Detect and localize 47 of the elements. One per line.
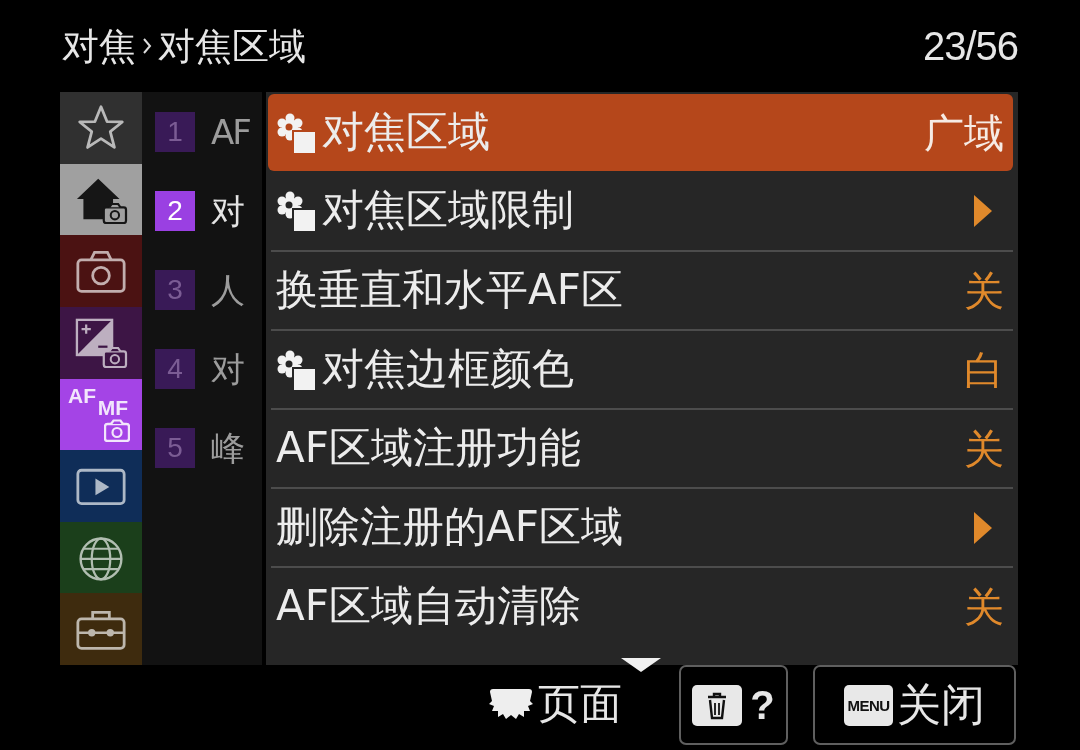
page-counter: 23/56	[922, 26, 1018, 66]
dial-icon	[488, 689, 534, 720]
menu-item-label: 换垂直和水平AF区	[276, 267, 623, 314]
page-hint-label: 页面	[538, 681, 622, 728]
help-button[interactable]: ?	[679, 665, 788, 745]
page-tab-label: 对	[211, 193, 243, 228]
arrow-right-icon	[974, 511, 992, 544]
menu-tab[interactable]	[60, 163, 142, 236]
menu-item-value: 关	[964, 268, 1004, 313]
menu-item[interactable]: 对焦边框颜色 白	[271, 329, 1013, 408]
menu-tab[interactable]	[60, 450, 142, 522]
menu-item-value: 广域	[924, 110, 1004, 155]
trash-icon	[692, 684, 743, 726]
menu-item[interactable]: 删除注册的AF区域	[271, 487, 1013, 566]
chevron-right-icon	[142, 37, 152, 55]
menu-item-label: 对焦边框颜色	[322, 346, 574, 393]
camera-icon	[104, 419, 130, 443]
menu-item[interactable]: AF区域自动清除 关	[271, 566, 1013, 645]
menu-item-value: 白	[964, 347, 1004, 392]
menu-item-label: 对焦区域限制	[322, 187, 574, 234]
menu-item[interactable]: 对焦区域限制	[271, 171, 1013, 250]
menu-item-value: 关	[964, 426, 1004, 471]
menu-key: MENU	[844, 684, 893, 726]
menu-item-value: 关	[964, 584, 1004, 629]
menu-tab[interactable]	[60, 306, 142, 379]
arrow-right-icon	[974, 194, 992, 227]
menu-item[interactable]: 换垂直和水平AF区 关	[271, 250, 1013, 329]
plus-minus-camera-icon	[73, 317, 129, 368]
menu-item[interactable]: 对焦区域 广域	[268, 94, 1013, 171]
page-tab-label: 人	[211, 272, 243, 307]
menu-item-label: 删除注册的AF区域	[276, 504, 623, 551]
menu-tab[interactable]	[60, 92, 142, 164]
menu-item-label: AF区域自动清除	[276, 583, 581, 630]
menu-tab[interactable]	[60, 593, 142, 665]
menu-tab[interactable]	[60, 235, 142, 307]
page-tab-label: AF	[211, 114, 250, 149]
menu-item[interactable]: AF区域注册功能 关	[271, 408, 1013, 487]
menu-item-label: 对焦区域	[322, 109, 490, 156]
page-tab[interactable]: 2	[155, 190, 195, 231]
breadcrumb-item: 对焦	[62, 27, 136, 65]
menu-item-label: AF区域注册功能	[276, 425, 581, 472]
page-tab-label: 峰	[211, 430, 243, 465]
arrow-down-icon	[621, 658, 661, 672]
menu-tab[interactable]	[60, 521, 142, 594]
page-tab-label: 对	[211, 351, 243, 386]
breadcrumb-item: 对焦区域	[158, 27, 306, 65]
menu-tab[interactable]: AFMF	[60, 378, 142, 451]
